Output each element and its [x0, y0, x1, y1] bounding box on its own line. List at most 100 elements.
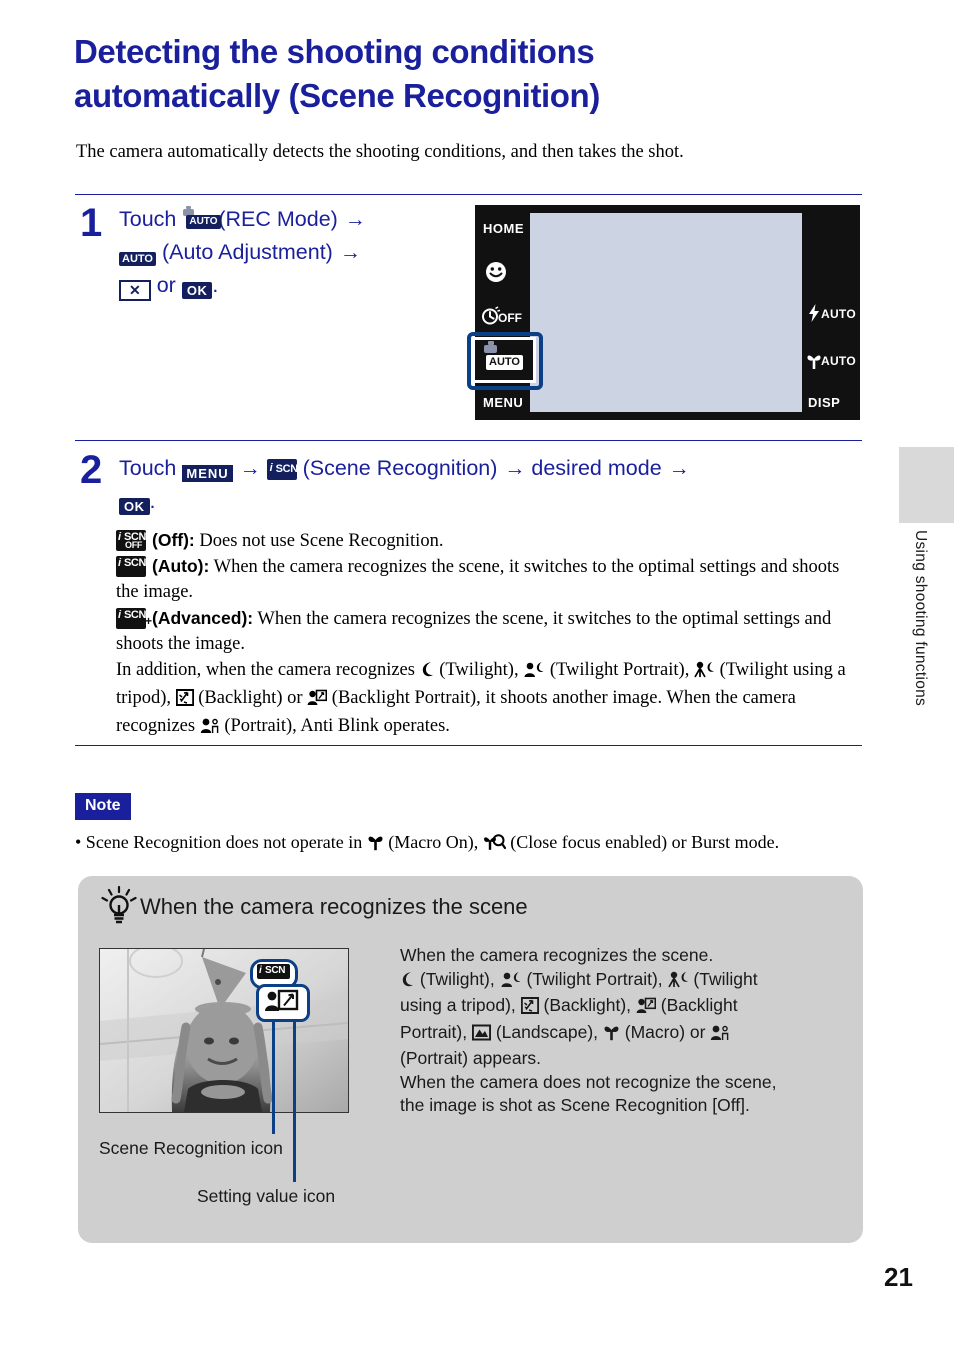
- tip-line-6: When the camera does not recognize the s…: [400, 1071, 777, 1092]
- iscn-i-glyph: i: [118, 557, 122, 569]
- tip-line-2: (Twilight), (Twilight Portrait), (Twilig…: [400, 968, 850, 995]
- portrait-icon: [710, 1024, 730, 1048]
- close-focus-icon: [483, 833, 506, 857]
- mode-off-label: (Off):: [152, 530, 195, 550]
- macro-on-icon: [367, 833, 384, 857]
- step-2-period: .: [149, 489, 156, 513]
- step-2-touch-label: Touch: [119, 456, 177, 480]
- intro-paragraph: The camera automatically detects the sho…: [76, 142, 684, 162]
- portrait-label: (Portrait), Anti Blink operates.: [224, 716, 450, 736]
- caption-scene-recognition-icon: Scene Recognition icon: [99, 1138, 283, 1158]
- step-1-touch-label: Touch: [119, 207, 177, 231]
- step-1-or-label: or: [156, 273, 176, 297]
- tip-backlight-portrait-label: (Backlight: [660, 995, 738, 1015]
- camera-lcd-area: [530, 213, 802, 412]
- sample-photo: [99, 948, 349, 1113]
- tip-line-1: When the camera recognizes the scene.: [400, 945, 714, 965]
- lightbulb-icon: [100, 884, 138, 928]
- camera-disp-button[interactable]: DISP: [808, 395, 840, 410]
- iscn-off-icon: i SCN OFF: [116, 530, 146, 551]
- camera-menu-button[interactable]: MENU: [483, 395, 523, 410]
- self-timer-off-icon[interactable]: OFF: [481, 306, 525, 326]
- side-tab-marker: [899, 447, 954, 523]
- tip-tripod-cont-label: using a tripod),: [400, 995, 516, 1015]
- page-title-line2: automatically (Scene Recognition): [74, 77, 600, 114]
- close-focus-label: (Close focus enabled) or Burst mode.: [510, 832, 780, 852]
- step-1-auto-adjustment-label: (Auto Adjustment): [161, 240, 333, 264]
- menu-icon[interactable]: MENU: [182, 465, 233, 482]
- manual-page: Using shooting functions Detecting the s…: [0, 0, 954, 1357]
- iscn-i-glyph: i: [259, 965, 262, 976]
- step-1-text: Touch AUTO (REC Mode) → AUTO (Auto Adjus…: [119, 203, 459, 301]
- macro-auto-icon[interactable]: AUTO: [806, 351, 856, 371]
- additional-part1: In addition, when the camera recognizes: [116, 660, 415, 680]
- iscn-plus-glyph: +: [144, 614, 152, 628]
- side-tab-label: Using shooting functions: [912, 530, 929, 707]
- iscn-advanced-icon: i SCN +: [116, 608, 152, 629]
- backlight-icon: [175, 689, 194, 714]
- photo-setting-value-icon: [256, 984, 310, 1022]
- macro-on-label: (Macro On),: [388, 832, 479, 852]
- leader-line-scene-recognition: [272, 1016, 275, 1134]
- arrow-icon: →: [339, 241, 361, 264]
- scene-recognition-icon[interactable]: i SCN: [266, 459, 299, 480]
- page-title-line1: Detecting the shooting conditions: [74, 33, 595, 70]
- twilight-label: (Twilight),: [439, 660, 519, 680]
- camera-rec-mode-highlight: [467, 332, 543, 390]
- ok-icon[interactable]: OK: [119, 498, 150, 515]
- step-1-number: 1: [80, 201, 103, 245]
- arrow-icon: →: [239, 457, 261, 480]
- twilight-icon: [420, 661, 435, 686]
- tip-line-5: (Portrait) appears.: [400, 1048, 542, 1068]
- auto-adjustment-icon[interactable]: AUTO: [119, 252, 156, 266]
- tip-twilight-label: (Twilight),: [419, 968, 495, 989]
- tip-twilight-portrait-label: (Twilight Portrait),: [526, 968, 663, 989]
- twilight-icon: [400, 971, 415, 995]
- ok-icon[interactable]: OK: [181, 282, 213, 299]
- step-1-period: .: [212, 273, 219, 297]
- tip-line-3: using a tripod), (Backlight), (Backlight: [400, 994, 850, 1021]
- mode-off-description: Does not use Scene Recognition.: [199, 531, 444, 551]
- self-timer-off-label: OFF: [498, 311, 522, 325]
- arrow-icon: →: [504, 457, 525, 480]
- tip-landscape-label: (Landscape),: [495, 1021, 599, 1042]
- tip-line-7: the image is shot as Scene Recognition […: [400, 1095, 750, 1115]
- mode-advanced-row: i SCN + (Advanced): When the camera reco…: [116, 606, 864, 657]
- iscn-scn-glyph: SCN: [265, 965, 286, 976]
- note-part1: • Scene Recognition does not operate in: [75, 832, 363, 852]
- iscn-scn-glyph: SCN: [124, 557, 147, 569]
- rec-mode-auto-icon[interactable]: AUTO: [182, 206, 221, 231]
- flash-auto-icon[interactable]: AUTO: [808, 304, 856, 322]
- tip-backlight-label: (Backlight),: [543, 995, 632, 1015]
- twilight-portrait-icon: [523, 661, 545, 686]
- step-2-scene-recognition-label: (Scene Recognition): [302, 456, 498, 480]
- caption-setting-value-icon: Setting value icon: [197, 1186, 336, 1206]
- step-2-desired-mode-label: desired mode: [531, 456, 662, 480]
- note-badge: Note: [75, 793, 131, 820]
- step-2-text: Touch MENU → i SCN (Scene Recognition) →…: [119, 452, 869, 517]
- page-title: Detecting the shooting conditions automa…: [74, 30, 864, 118]
- smile-shutter-icon[interactable]: [485, 261, 507, 283]
- rec-mode-auto-label: AUTO: [186, 215, 221, 229]
- note-text: • Scene Recognition does not operate in …: [75, 830, 875, 857]
- twilight-tripod-icon: [667, 971, 689, 995]
- iscn-i-glyph: i: [118, 531, 122, 543]
- twilight-portrait-icon: [500, 971, 522, 995]
- arrow-icon: →: [344, 208, 366, 231]
- additional-paragraph: In addition, when the camera recognizes …: [116, 658, 864, 742]
- camera-home-button[interactable]: HOME: [483, 221, 524, 236]
- backlight-icon: [520, 997, 539, 1021]
- tip-line-4: Portrait), (Landscape), (Macro) or: [400, 1021, 850, 1048]
- macro-icon: [603, 1023, 620, 1048]
- divider-top: [75, 194, 862, 195]
- iscn-scn-glyph: SCN: [275, 463, 299, 475]
- mode-advanced-label: (Advanced):: [152, 608, 254, 628]
- macro-auto-label: AUTO: [821, 354, 856, 368]
- step-2-number: 2: [80, 448, 103, 492]
- mode-off-row: i SCN OFF (Off): Does not use Scene Reco…: [116, 528, 864, 554]
- iscn-i-glyph: i: [118, 609, 122, 621]
- cancel-icon[interactable]: ✕: [119, 280, 151, 301]
- backlight-portrait-icon: [307, 689, 328, 714]
- tip-twilight-tripod-label: (Twilight: [693, 968, 758, 989]
- mode-description-list: i SCN OFF (Off): Does not use Scene Reco…: [116, 528, 864, 742]
